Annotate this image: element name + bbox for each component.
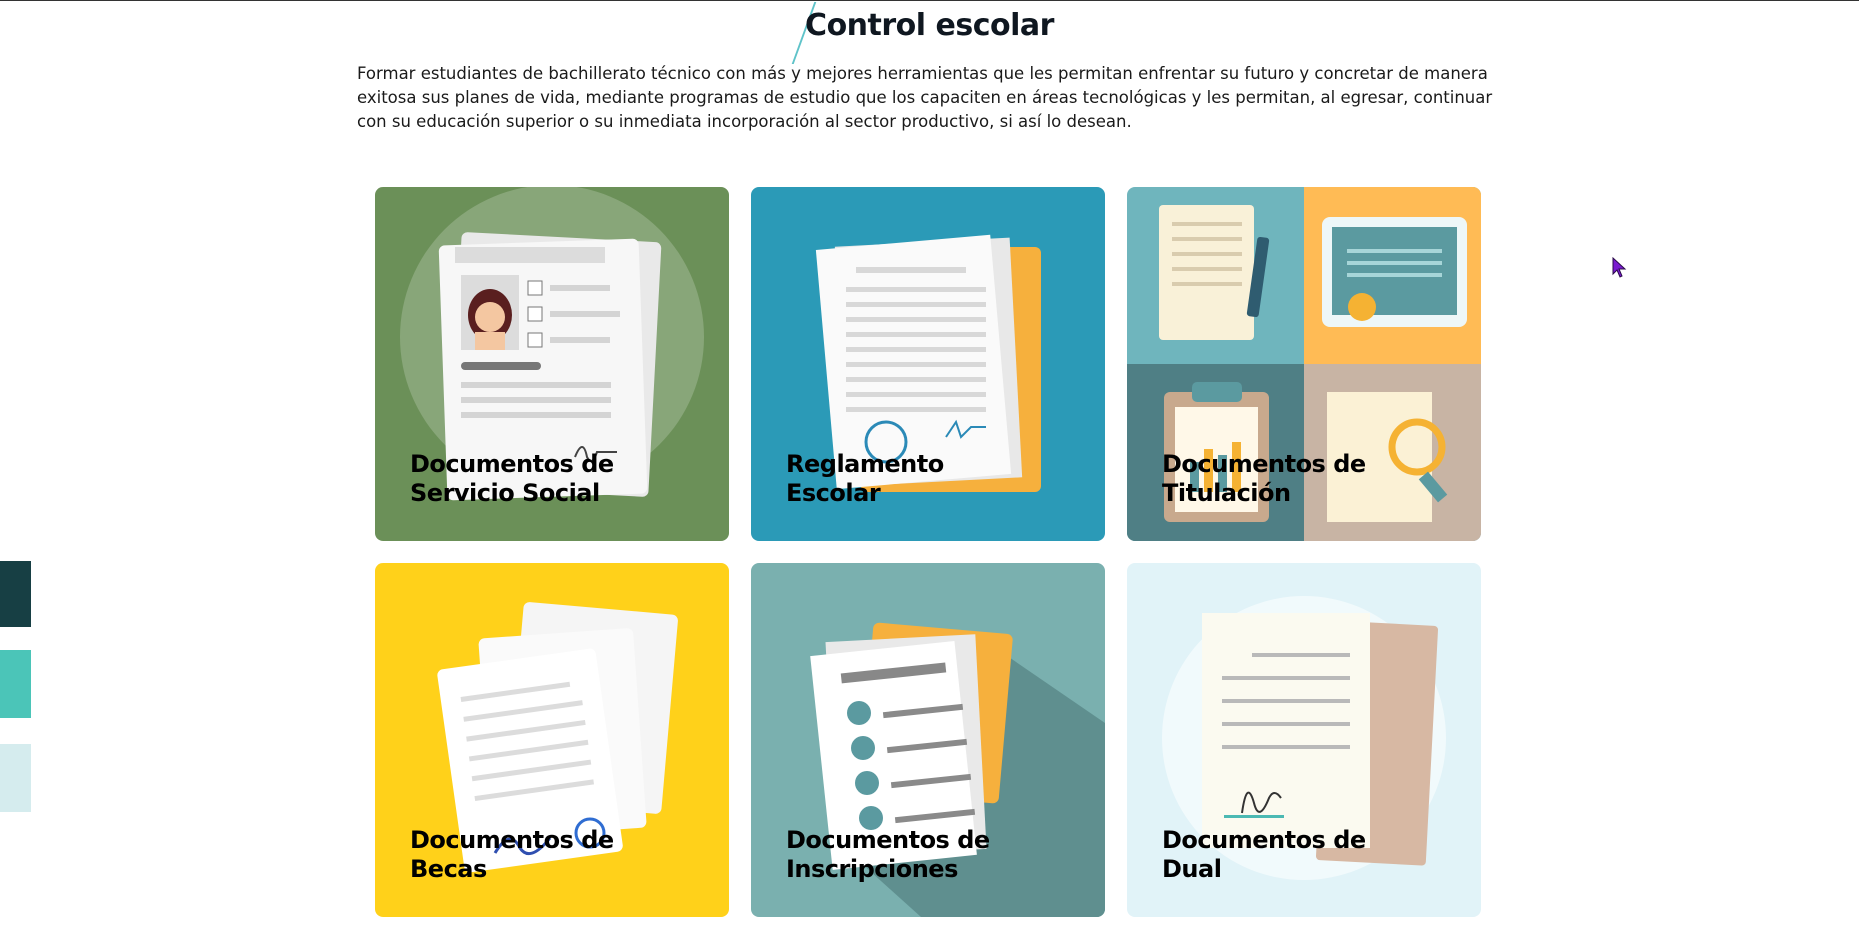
card-title: Documentos de Titulación	[1162, 450, 1366, 507]
top-divider	[0, 0, 1859, 1]
page-title: Control escolar	[805, 8, 1054, 43]
card-title: Documentos de Servicio Social	[410, 450, 614, 507]
mouse-pointer-icon	[1612, 257, 1627, 278]
card-servicio-social[interactable]: Documentos de Servicio Social	[375, 187, 729, 541]
card-title: Reglamento Escolar	[786, 450, 944, 507]
card-title: Documentos de Dual	[1162, 826, 1366, 883]
intro-paragraph: Formar estudiantes de bachillerato técni…	[357, 64, 1493, 131]
card-becas[interactable]: Documentos de Becas	[375, 563, 729, 917]
card-inscripciones[interactable]: Documentos de Inscripciones	[751, 563, 1105, 917]
card-title: Documentos de Inscripciones	[786, 826, 990, 883]
card-titulacion[interactable]: Documentos de Titulación	[1127, 187, 1481, 541]
side-color-swatch-dark[interactable]	[0, 561, 31, 627]
card-reglamento-escolar[interactable]: Reglamento Escolar	[751, 187, 1105, 541]
card-title: Documentos de Becas	[410, 826, 614, 883]
card-dual[interactable]: Documentos de Dual	[1127, 563, 1481, 917]
side-color-swatch-teal[interactable]	[0, 650, 31, 718]
side-color-swatch-light[interactable]	[0, 744, 31, 812]
